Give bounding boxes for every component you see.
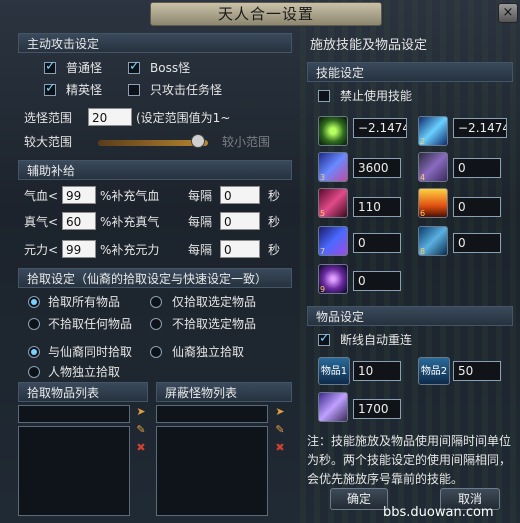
item-slot-3[interactable] — [318, 392, 348, 422]
hp-interval-label: 每隔 — [188, 189, 213, 203]
checkbox-disable-skills[interactable] — [318, 90, 330, 102]
label-pickup-none: 不拾取任何物品 — [48, 317, 133, 331]
skill-2-interval[interactable]: −2.1474 — [453, 118, 507, 138]
skill-slot-2-number: 2 — [420, 137, 426, 146]
label-pickup-all: 拾取所有物品 — [48, 295, 121, 309]
range-label: 选怪范围 — [24, 111, 73, 125]
checkbox-auto-reconnect[interactable] — [318, 331, 330, 346]
skill-6-interval[interactable]: 0 — [453, 197, 501, 217]
pickup-list-input[interactable] — [18, 405, 130, 423]
hp-action-label: %补充气血 — [100, 189, 160, 203]
checkbox-boss-monster[interactable] — [128, 59, 140, 74]
block-list-box[interactable] — [156, 426, 268, 516]
label-boss-monster: Boss怪 — [150, 61, 191, 75]
mp-interval-input[interactable]: 0 — [220, 212, 260, 230]
edit-icon[interactable]: ✎ — [135, 424, 147, 436]
yuanli-action-label: %补充元力 — [100, 243, 160, 257]
yuanli-interval-unit: 秒 — [268, 243, 281, 257]
skill-slot-7-number: 7 — [320, 247, 326, 256]
radio-pickup-none[interactable] — [28, 318, 40, 330]
radio-pickup-selected[interactable] — [150, 296, 162, 308]
skill-5-interval[interactable]: 110 — [353, 197, 401, 217]
skill-settings-header: 技能设定 — [307, 62, 513, 82]
hp-threshold-label: 气血< — [24, 189, 59, 203]
block-list-input[interactable] — [156, 405, 268, 423]
skill-slot-1[interactable] — [318, 116, 348, 146]
mp-threshold-input[interactable]: 60 — [62, 212, 96, 230]
label-auto-reconnect: 断线自动重连 — [340, 333, 413, 347]
skill-slot-5-number: 5 — [320, 209, 326, 218]
item-slot-2[interactable]: 物品2 — [418, 357, 450, 385]
checkbox-elite-monster[interactable] — [44, 81, 56, 96]
skill-4-interval[interactable]: 0 — [453, 158, 501, 178]
label-quest-only: 只攻击任务怪 — [150, 83, 223, 97]
skill-1-interval[interactable]: −2.1474 — [353, 118, 407, 138]
label-skip-selected: 不拾取选定物品 — [172, 317, 257, 331]
radio-pet-independent[interactable] — [150, 346, 162, 358]
item-settings-header: 物品设定 — [307, 306, 513, 326]
delete-icon[interactable]: ✖ — [135, 442, 147, 454]
skill-slot-8-number: 8 — [420, 247, 426, 256]
settings-window: 天人合一设置 × 主动攻击设定 普通怪 Boss怪 精英怪 只攻击任务怪 选怪范… — [0, 0, 520, 523]
ok-button[interactable]: 确定 — [330, 488, 388, 510]
skill-slot-9-number: 9 — [320, 285, 326, 294]
radio-skip-selected[interactable] — [150, 318, 162, 330]
range-input[interactable]: 20 — [88, 108, 132, 126]
pickup-header: 拾取设定（仙裔的拾取设定与快速设定一致） — [18, 268, 292, 288]
range-large-label: 较大范围 — [24, 135, 73, 149]
block-list-header: 屏蔽怪物列表 — [156, 382, 292, 402]
hp-interval-input[interactable]: 0 — [220, 186, 260, 204]
yuanli-threshold-label: 元力< — [24, 243, 59, 257]
checkbox-quest-only[interactable] — [128, 84, 140, 96]
yuanli-interval-input[interactable]: 0 — [220, 240, 260, 258]
skills-items-header: 施放技能及物品设定 — [310, 38, 428, 53]
item-3-interval[interactable]: 1700 — [353, 399, 401, 419]
hp-threshold-input[interactable]: 99 — [62, 186, 96, 204]
label-pickup-with-pet: 与仙裔同时拾取 — [48, 345, 133, 359]
item-slot-1[interactable]: 物品1 — [318, 357, 350, 385]
active-attack-header: 主动攻击设定 — [18, 33, 292, 53]
mp-interval-unit: 秒 — [268, 215, 281, 229]
skill-slot-6-number: 6 — [420, 209, 426, 218]
close-button[interactable]: × — [498, 3, 518, 23]
label-character-independent: 人物独立拾取 — [48, 365, 121, 379]
support-header: 辅助补给 — [18, 160, 292, 180]
mp-interval-label: 每隔 — [188, 215, 213, 229]
radio-character-independent[interactable] — [28, 366, 40, 378]
skill-3-interval[interactable]: 3600 — [353, 158, 401, 178]
add-arrow-icon[interactable]: ➤ — [135, 406, 147, 418]
add-arrow-icon[interactable]: ➤ — [274, 406, 286, 418]
skill-slot-4-number: 4 — [420, 173, 426, 182]
range-small-label: 较小范围 — [222, 135, 271, 149]
item-1-interval[interactable]: 10 — [353, 361, 401, 381]
label-disable-skills: 禁止使用技能 — [340, 89, 413, 103]
label-elite-monster: 精英怪 — [66, 83, 103, 97]
skill-8-interval[interactable]: 0 — [453, 233, 501, 253]
usage-note: 注：技能施放及物品使用间隔时间单位为秒。两个技能设定的使用间隔相同，会优先施放序… — [307, 434, 512, 486]
skill-7-interval[interactable]: 0 — [353, 233, 401, 253]
yuanli-interval-label: 每隔 — [188, 243, 213, 257]
range-slider-thumb[interactable] — [191, 134, 205, 148]
yuanli-threshold-input[interactable]: 99 — [62, 240, 96, 258]
label-normal-monster: 普通怪 — [66, 61, 103, 75]
hp-interval-unit: 秒 — [268, 189, 281, 203]
delete-icon[interactable]: ✖ — [274, 442, 286, 454]
radio-pickup-all[interactable] — [28, 296, 40, 308]
window-title: 天人合一设置 — [150, 2, 382, 26]
edit-icon[interactable]: ✎ — [274, 424, 286, 436]
item-2-interval[interactable]: 50 — [453, 361, 501, 381]
mp-threshold-label: 真气< — [24, 215, 59, 229]
skill-slot-3-number: 3 — [320, 173, 326, 182]
label-pickup-selected: 仅拾取选定物品 — [172, 295, 257, 309]
pickup-list-box[interactable] — [18, 426, 130, 516]
checkbox-normal-monster[interactable] — [44, 59, 56, 74]
watermark: bbs.duowan.com — [383, 505, 494, 520]
radio-pickup-with-pet[interactable] — [28, 346, 40, 358]
pickup-list-header: 拾取物品列表 — [18, 382, 148, 402]
mp-action-label: %补充真气 — [100, 215, 160, 229]
label-pet-independent: 仙裔独立拾取 — [172, 345, 245, 359]
skill-9-interval[interactable]: 0 — [353, 271, 401, 291]
range-hint: (设定范围值为1~ — [136, 111, 231, 125]
